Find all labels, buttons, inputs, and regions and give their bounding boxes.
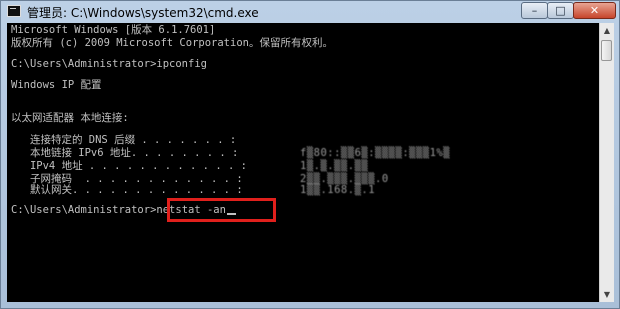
vertical-scrollbar[interactable]: ▲ ▼ [599, 23, 614, 302]
console-line: Windows IP 配置 [11, 79, 102, 91]
scroll-down-icon[interactable]: ▼ [600, 287, 614, 302]
console-line: 版权所有 (c) 2009 Microsoft Corporation。保留所有… [11, 37, 333, 49]
console-line: Microsoft Windows [版本 6.1.7601] [11, 24, 216, 36]
scroll-up-icon[interactable]: ▲ [600, 23, 614, 38]
cmd-window: 管理员: C:\Windows\system32\cmd.exe – □ ✕ M… [0, 0, 620, 309]
console-line: 本地链接 IPv6 地址. . . . . . . . : [11, 147, 239, 159]
scroll-thumb[interactable] [601, 40, 612, 61]
close-icon: ✕ [589, 4, 600, 17]
prompt: C:\Users\Administrator> [11, 204, 157, 216]
minimize-button[interactable]: – [521, 2, 548, 19]
gateway-value: 1▒▒.168.▒.1 [300, 184, 376, 196]
maximize-icon: □ [555, 4, 566, 17]
console-line: 默认网关. . . . . . . . . . . . . : [11, 184, 243, 196]
command-highlight-box [167, 198, 276, 222]
maximize-button[interactable]: □ [547, 2, 574, 19]
console-icon[interactable] [7, 5, 21, 17]
console-line: C:\Users\Administrator>ipconfig [11, 58, 207, 70]
title-bar[interactable]: 管理员: C:\Windows\system32\cmd.exe – □ ✕ [1, 1, 619, 23]
minimize-icon: – [531, 4, 538, 17]
close-button[interactable]: ✕ [573, 2, 616, 19]
console-output[interactable]: Microsoft Windows [版本 6.1.7601] 版权所有 (c)… [7, 23, 599, 302]
ipv6-value: f▒80::▒▒6▒:▒▒▒▒:▒▒▒1%▒ [300, 147, 451, 159]
console-line: IPv4 地址 . . . . . . . . . . . . : [11, 160, 247, 172]
console-line: 连接特定的 DNS 后缀 . . . . . . . : [11, 134, 237, 146]
ipv4-value: 1▒.▒.▒▒.▒▒ [300, 160, 369, 172]
console-line: 以太网适配器 本地连接: [11, 112, 129, 124]
window-title: 管理员: C:\Windows\system32\cmd.exe [27, 6, 259, 20]
